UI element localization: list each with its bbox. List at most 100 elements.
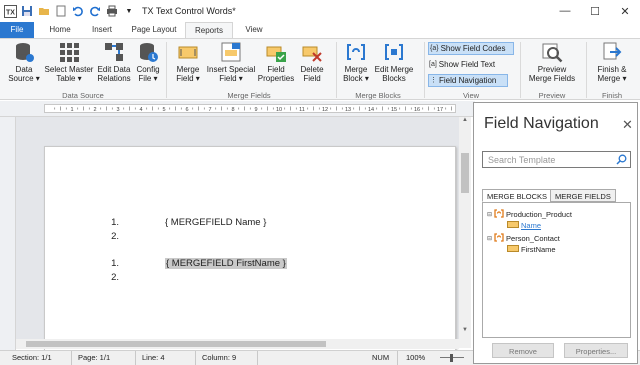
show-field-text-toggle[interactable]: [a] Show Field Text — [428, 58, 514, 71]
preview-merge-fields-button[interactable]: Preview Merge Fields — [524, 41, 580, 83]
merge-block-button[interactable]: Merge Block ▾ — [340, 41, 372, 83]
undo-icon[interactable] — [71, 4, 85, 18]
database-icon — [13, 41, 35, 63]
new-document-icon[interactable] — [54, 4, 68, 18]
config-file-button[interactable]: Config File ▾ — [134, 41, 162, 83]
horizontal-scrollbar[interactable] — [16, 339, 459, 349]
relations-icon — [103, 41, 125, 63]
save-icon[interactable] — [20, 4, 34, 18]
zoom-slider-thumb[interactable] — [450, 354, 453, 362]
tab-merge-fields[interactable]: MERGE FIELDS — [550, 189, 616, 202]
field-navigation-toggle[interactable]: ⋮ Field Navigation — [428, 74, 508, 87]
tab-reports[interactable]: Reports — [185, 22, 233, 39]
zoom-slider[interactable] — [440, 354, 464, 362]
merge-field-button[interactable]: Merge Field ▾ — [170, 41, 206, 83]
ruler-label: 4 — [139, 107, 142, 112]
merge-field-firstname[interactable]: { MERGEFIELD FirstName } — [165, 258, 287, 269]
tab-home[interactable]: Home — [40, 22, 80, 38]
merge-block-icon — [494, 209, 504, 220]
merge-block-icon — [345, 41, 367, 63]
tree-node-field[interactable]: FirstName — [507, 245, 556, 254]
collapse-icon[interactable]: ⊟ — [487, 211, 492, 218]
tree-node-field[interactable]: Name — [507, 221, 541, 230]
data-source-button[interactable]: Data Source ▾ — [4, 41, 44, 83]
delete-field-icon — [301, 41, 323, 63]
tab-merge-blocks[interactable]: MERGE BLOCKS — [482, 189, 553, 202]
vertical-ruler — [0, 117, 16, 350]
document-page[interactable]: 1. { MERGEFIELD Name } 2. 1. { MERGEFIEL… — [44, 146, 456, 356]
print-icon[interactable] — [105, 4, 119, 18]
ruler-label: 14 — [368, 107, 374, 112]
tree-node-block[interactable]: ⊟ Person_Contact — [487, 233, 560, 244]
close-icon[interactable]: ✕ — [610, 0, 640, 22]
scroll-down-icon[interactable]: ▼ — [460, 327, 470, 337]
open-folder-icon[interactable] — [37, 4, 51, 18]
scroll-up-icon[interactable]: ▲ — [460, 117, 470, 127]
delete-field-button[interactable]: Delete Field — [296, 41, 328, 83]
group-label-view: View — [462, 91, 480, 100]
preview-magnifier-icon — [541, 41, 563, 63]
svg-text:TX: TX — [6, 9, 15, 16]
remove-button[interactable]: Remove — [492, 343, 554, 358]
horizontal-ruler[interactable]: 1 2 3 4 5 6 7 8 9 10 11 12 13 14 15 16 17 — [44, 104, 456, 113]
group-separator — [520, 42, 521, 98]
scroll-thumb[interactable] — [26, 341, 326, 347]
edit-merge-blocks-button[interactable]: Edit Merge Blocks — [372, 41, 416, 83]
field-navigation-panel: Field Navigation ✕ Search Template MERGE… — [473, 102, 638, 364]
merge-field-name[interactable]: { MERGEFIELD Name } — [165, 217, 266, 228]
minimize-icon[interactable]: — — [550, 0, 580, 22]
tab-insert[interactable]: Insert — [82, 22, 122, 38]
ruler-label: 5 — [162, 107, 165, 112]
close-panel-icon[interactable]: ✕ — [622, 117, 633, 133]
group-separator — [424, 42, 425, 98]
maximize-icon[interactable]: ☐ — [580, 0, 610, 22]
tree-node-block[interactable]: ⊟ Production_Product — [487, 209, 572, 220]
ruler-label: 16 — [414, 107, 420, 112]
search-icon[interactable] — [616, 154, 627, 167]
status-page: Page: 1/1 — [74, 351, 136, 365]
group-label-finish: Finish — [601, 91, 622, 100]
table-grid-icon — [58, 41, 80, 63]
group-label-preview: Preview — [538, 91, 566, 100]
ribbon-tabs: File Home Insert Page Layout Reports Vie… — [0, 22, 640, 39]
field-codes-icon: {a} — [430, 45, 439, 52]
ruler-label: 15 — [391, 107, 397, 112]
group-separator — [166, 42, 167, 98]
tab-view[interactable]: View — [236, 22, 272, 38]
ruler-label: 9 — [254, 107, 257, 112]
title-bar: TX ▼ TX Text Control Words* — ☐ ✕ — [0, 0, 640, 22]
field-text-icon: [a] — [429, 61, 437, 68]
search-input[interactable]: Search Template — [482, 151, 631, 168]
app-icon: TX — [3, 4, 17, 18]
field-properties-button[interactable]: Field Properties — [256, 41, 296, 83]
edit-data-relations-button[interactable]: Edit Data Relations — [94, 41, 134, 83]
group-label-merge-fields: Merge Fields — [227, 91, 271, 100]
config-database-icon — [137, 41, 159, 63]
ruler-label: 3 — [116, 107, 119, 112]
show-field-codes-toggle[interactable]: {a} Show Field Codes — [428, 42, 514, 55]
window-title: TX Text Control Words* — [142, 6, 236, 16]
vertical-scrollbar[interactable]: ▲ ▼ — [459, 117, 471, 348]
merge-field-icon — [507, 245, 519, 254]
tab-page-layout[interactable]: Page Layout — [124, 22, 184, 38]
ruler-label: 17 — [437, 107, 443, 112]
insert-special-field-button[interactable]: Insert Special Field ▾ — [206, 41, 256, 83]
ruler-label: 7 — [208, 107, 211, 112]
collapse-icon[interactable]: ⊟ — [487, 235, 492, 242]
select-master-table-button[interactable]: Select Master Table ▾ — [44, 41, 94, 83]
group-separator — [336, 42, 337, 98]
field-properties-icon — [265, 41, 287, 63]
redo-icon[interactable] — [88, 4, 102, 18]
properties-button[interactable]: Properties... — [564, 343, 628, 358]
ribbon: Data Source ▾ Select Master Table ▾ Edit… — [0, 38, 640, 100]
edit-blocks-icon — [383, 41, 405, 63]
ruler-label: 6 — [185, 107, 188, 112]
zoom-level: 100% — [406, 353, 426, 362]
ruler-label: 8 — [231, 107, 234, 112]
tab-file[interactable]: File — [0, 22, 34, 38]
status-line: Line: 4 — [138, 351, 196, 365]
scroll-thumb[interactable] — [461, 153, 469, 193]
ruler-label: 10 — [276, 107, 282, 112]
finish-merge-button[interactable]: Finish & Merge ▾ — [590, 41, 634, 83]
customize-toolbar-icon[interactable]: ▼ — [122, 4, 136, 18]
